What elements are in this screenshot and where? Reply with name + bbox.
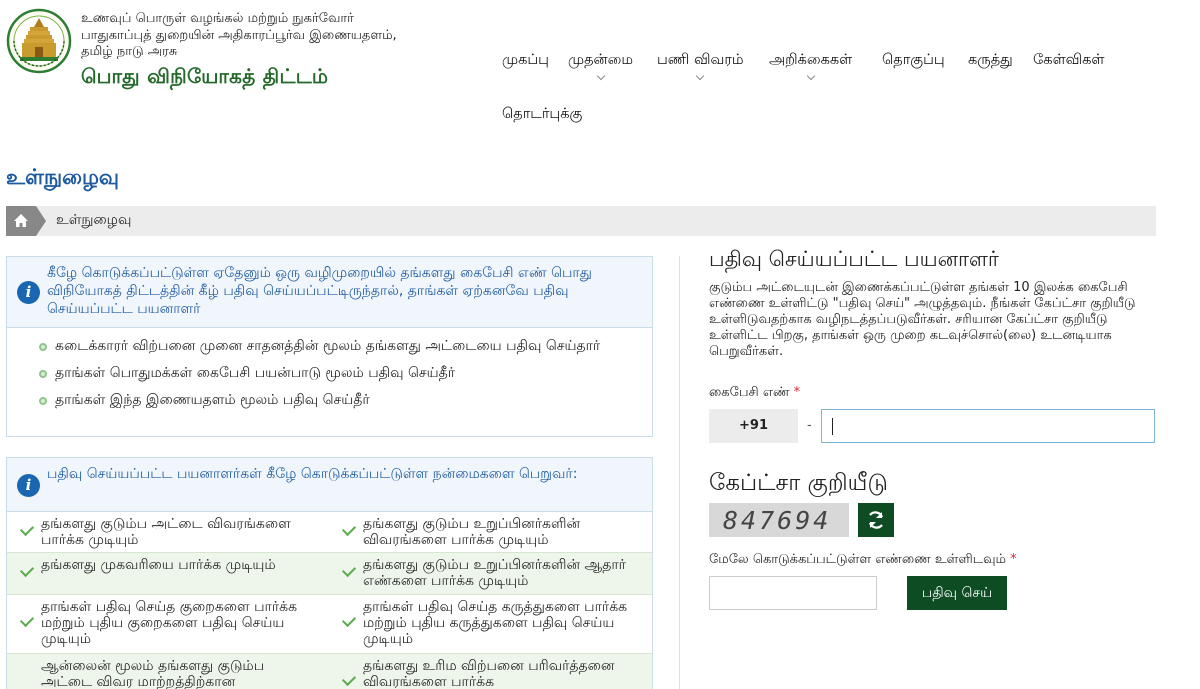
benefit-row: தங்களது முகவரியை பார்க்க முடியும் தங்களத… xyxy=(7,553,652,595)
benefit-item: தங்களது உரிம விற்பனை பரிவர்த்தனை விவரங்க… xyxy=(329,658,639,689)
nav-label: தொகுப்பு xyxy=(882,52,945,68)
mobile-number-input[interactable] xyxy=(821,409,1155,443)
nav-item-collection[interactable]: தொகுப்பு xyxy=(882,52,945,70)
captcha-image: 847694 xyxy=(709,503,849,537)
benefit-item: தாங்கள் பதிவு செய்த கருத்துகளை பார்க்க ம… xyxy=(329,599,639,647)
page-title: உள்நுழைவு xyxy=(6,165,120,189)
refresh-icon xyxy=(868,511,884,529)
breadcrumb-current: உள்நுழைவு xyxy=(56,212,132,228)
check-icon xyxy=(19,521,35,537)
nav-label: தொடர்புக்கு xyxy=(502,106,583,122)
registered-user-info-box: i கீழே கொடுக்கப்பட்டுள்ள ஏதேனும் ஒரு வழி… xyxy=(6,256,653,437)
register-button[interactable]: பதிவு செய் xyxy=(907,576,1007,610)
nav-label: கேள்விகள் xyxy=(1033,52,1105,68)
check-icon xyxy=(341,562,357,578)
bullet-icon xyxy=(39,343,47,351)
registration-methods-list: கடைக்காரர் விற்பனை முனை சாதனத்தின் மூலம்… xyxy=(37,337,637,418)
benefit-text: தங்களது குடும்ப உறுப்பினர்களின் ஆதார் எண… xyxy=(363,557,626,589)
info-icon: i xyxy=(17,281,40,304)
login-instructions: குடும்ப அட்டையுடன் இணைக்கப்பட்டுள்ள தங்க… xyxy=(709,280,1136,359)
column-divider xyxy=(679,256,680,689)
country-code-prefix: +91 xyxy=(709,409,798,443)
home-icon xyxy=(14,214,28,227)
bullet-icon xyxy=(39,397,47,405)
nav-item-reports[interactable]: அறிக்கைகள் xyxy=(769,52,853,81)
nav-item-work-details[interactable]: பணி விவரம் xyxy=(657,52,744,81)
nav-label: பணி விவரம் xyxy=(657,52,744,68)
nav-label: முதன்மை xyxy=(568,52,633,68)
nav-item-home[interactable]: முகப்பு xyxy=(502,52,549,70)
benefit-row: ஆன்லைன் மூலம் தங்களது குடும்ப அட்டை விவர… xyxy=(7,654,652,689)
list-item: தாங்கள் பொதுமக்கள் கைபேசி பயன்பாடு மூலம்… xyxy=(37,364,637,382)
benefit-item: ஆன்லைன் மூலம் தங்களது குடும்ப அட்டை விவர… xyxy=(7,658,317,689)
tamil-nadu-emblem-logo[interactable] xyxy=(6,7,72,79)
chevron-down-icon xyxy=(596,71,605,81)
benefit-text: தாங்கள் பதிவு செய்த குறைகளை பார்க்க மற்ற… xyxy=(41,599,298,647)
bullet-icon xyxy=(39,370,47,378)
benefit-item: தாங்கள் பதிவு செய்த குறைகளை பார்க்க மற்ற… xyxy=(7,599,317,647)
captcha-code: 847694 xyxy=(723,506,832,535)
dept-line: பாதுகாப்புத் துறையின் அதிகாரப்பூர்வ இணைய… xyxy=(81,27,397,43)
dept-line: தமிழ் நாடு அரசு xyxy=(81,44,178,59)
benefit-item: தங்களது முகவரியை பார்க்க முடியும் xyxy=(7,557,317,578)
benefit-text: தாங்கள் பதிவு செய்த கருத்துகளை பார்க்க ம… xyxy=(363,599,628,647)
benefit-text: தங்களது குடும்ப அட்டை விவரங்களை பார்க்க … xyxy=(41,516,291,548)
separator: - xyxy=(807,418,812,433)
nav-label: முகப்பு xyxy=(502,52,549,68)
label-text: கைபேசி எண் xyxy=(709,385,790,400)
check-icon xyxy=(19,562,35,578)
site-title[interactable]: பொது விநியோகத் திட்டம் xyxy=(81,64,328,91)
nav-item-main[interactable]: முதன்மை xyxy=(568,52,633,81)
mobile-number-label: கைபேசி எண் * xyxy=(709,385,800,401)
benefit-text: தங்களது முகவரியை பார்க்க முடியும் xyxy=(41,557,276,573)
info-icon: i xyxy=(17,474,40,497)
list-item-text: தாங்கள் இந்த இணையதளம் மூலம் பதிவு செய்தீ… xyxy=(55,392,370,408)
benefit-text: ஆன்லைன் மூலம் தங்களது குடும்ப அட்டை விவர… xyxy=(41,658,265,689)
breadcrumb: உள்நுழைவு xyxy=(6,206,1156,236)
required-mark: * xyxy=(793,385,801,400)
benefits-box: i பதிவு செய்யப்பட்ட பயனாளர்கள் கீழே கொடு… xyxy=(6,457,653,689)
nav-label: கருத்து xyxy=(968,52,1013,68)
benefit-row: தங்களது குடும்ப அட்டை விவரங்களை பார்க்க … xyxy=(7,512,652,553)
info-box-header: i கீழே கொடுக்கப்பட்டுள்ள ஏதேனும் ஒரு வழி… xyxy=(7,257,652,328)
benefit-item: தங்களது குடும்ப உறுப்பினர்களின் ஆதார் எண… xyxy=(329,557,639,589)
check-icon xyxy=(341,521,357,537)
captcha-title: கேப்ட்சா குறியீடு xyxy=(709,470,888,496)
check-icon xyxy=(19,612,35,628)
nav-item-feedback[interactable]: கருத்து xyxy=(968,52,1013,70)
text-cursor xyxy=(832,418,833,435)
benefit-text: தங்களது உரிம விற்பனை பரிவர்த்தனை விவரங்க… xyxy=(363,658,615,689)
dept-line: உணவுப் பொருள் வழங்கல் மற்றும் நுகர்வோர் xyxy=(81,11,354,26)
list-item-text: கடைக்காரர் விற்பனை முனை சாதனத்தின் மூலம்… xyxy=(55,338,601,354)
info-box-heading: கீழே கொடுக்கப்பட்டுள்ள ஏதேனும் ஒரு வழிமு… xyxy=(47,265,592,317)
benefit-item: தங்களது குடும்ப உறுப்பினர்களின் விவரங்கள… xyxy=(329,516,639,548)
nav-item-contact[interactable]: தொடர்புக்கு xyxy=(502,106,582,124)
chevron-down-icon xyxy=(806,71,815,81)
benefit-row: தாங்கள் பதிவு செய்த குறைகளை பார்க்க மற்ற… xyxy=(7,595,652,654)
chevron-down-icon xyxy=(696,71,705,81)
list-item: தாங்கள் இந்த இணையதளம் மூலம் பதிவு செய்தீ… xyxy=(37,391,637,409)
nav-item-faq[interactable]: கேள்விகள் xyxy=(1033,52,1105,70)
benefit-item: தங்களது குடும்ப அட்டை விவரங்களை பார்க்க … xyxy=(7,516,317,548)
check-icon xyxy=(341,671,357,687)
captcha-input[interactable] xyxy=(709,576,877,610)
benefits-box-header: i பதிவு செய்யப்பட்ட பயனாளர்கள் கீழே கொடு… xyxy=(7,458,652,512)
captcha-input-label: மேலே கொடுக்கப்பட்டுள்ள எண்ணை உள்ளிடவும் … xyxy=(709,552,1017,568)
breadcrumb-home[interactable] xyxy=(6,206,46,236)
list-item-text: தாங்கள் பொதுமக்கள் கைபேசி பயன்பாடு மூலம்… xyxy=(55,365,456,381)
department-name: உணவுப் பொருள் வழங்கல் மற்றும் நுகர்வோர் … xyxy=(81,11,397,61)
check-icon xyxy=(341,612,357,628)
benefits-table: தங்களது குடும்ப அட்டை விவரங்களை பார்க்க … xyxy=(7,512,652,689)
refresh-captcha-button[interactable] xyxy=(858,503,894,537)
registered-user-title: பதிவு செய்யப்பட்ட பயனாளர் xyxy=(709,247,999,271)
benefit-text: தங்களது குடும்ப உறுப்பினர்களின் விவரங்கள… xyxy=(363,516,581,548)
list-item: கடைக்காரர் விற்பனை முனை சாதனத்தின் மூலம்… xyxy=(37,337,637,355)
label-text: மேலே கொடுக்கப்பட்டுள்ள எண்ணை உள்ளிடவும் xyxy=(709,552,1007,567)
benefits-box-heading: பதிவு செய்யப்பட்ட பயனாளர்கள் கீழே கொடுக்… xyxy=(47,466,578,482)
required-mark: * xyxy=(1010,552,1017,567)
nav-label: அறிக்கைகள் xyxy=(769,52,853,68)
